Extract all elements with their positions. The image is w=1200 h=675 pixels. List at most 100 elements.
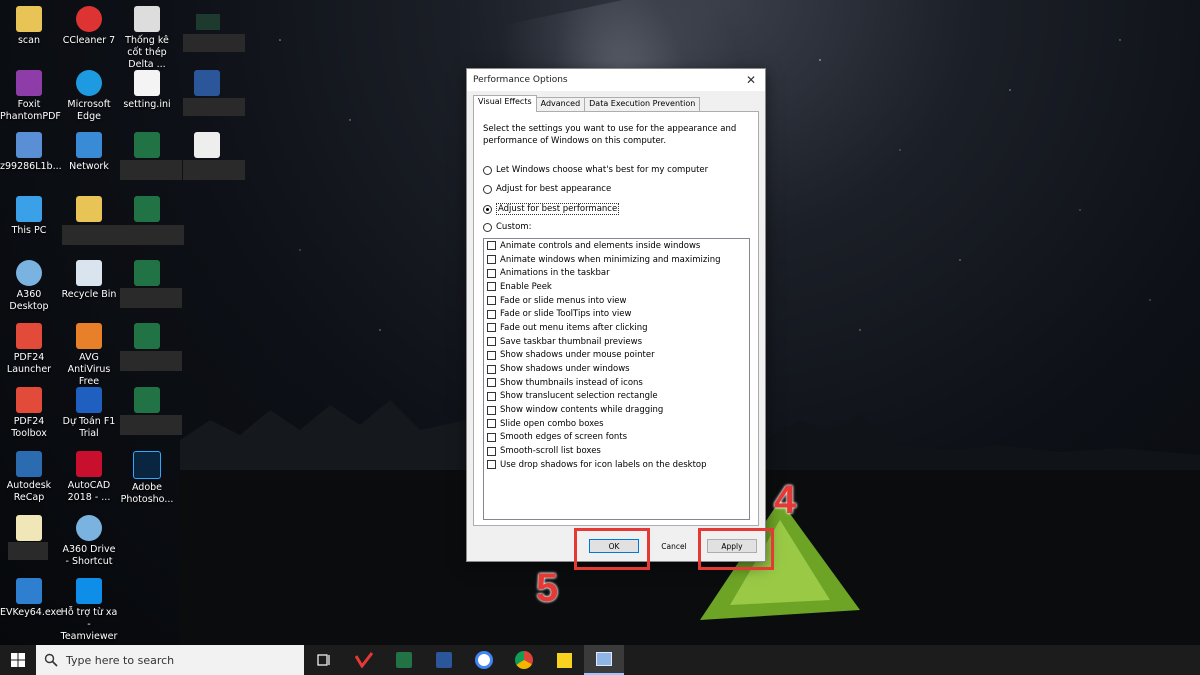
checkbox[interactable] <box>487 282 496 292</box>
effect-item[interactable]: Fade or slide menus into view <box>484 294 749 308</box>
desktop-icon-excel-4[interactable] <box>118 323 176 352</box>
effect-item[interactable]: Show translucent selection rectangle <box>484 390 749 404</box>
taskbar-excel[interactable] <box>384 645 424 675</box>
effect-item[interactable]: Show window contents while dragging <box>484 403 749 417</box>
checkbox[interactable] <box>487 391 496 401</box>
close-icon[interactable]: ✕ <box>743 73 759 87</box>
desktop-icon-excel-5[interactable] <box>118 387 176 416</box>
desktop-icon-z99286[interactable]: z99286L1b... <box>0 132 62 173</box>
edge-icon <box>76 70 102 96</box>
desktop-icon-du-toan[interactable]: Dự Toán F1 Trial <box>60 387 118 440</box>
visual-effects-panel: Select the settings you want to use for … <box>473 111 759 526</box>
checkbox[interactable] <box>487 419 496 429</box>
effect-item[interactable]: Fade or slide ToolTips into view <box>484 307 749 321</box>
desktop-icon-pdf24-toolbox[interactable]: PDF24 Toolbox <box>0 387 58 440</box>
taskbar-sticky-notes[interactable] <box>544 645 584 675</box>
effect-item[interactable]: Slide open combo boxes <box>484 417 749 431</box>
avg-icon <box>76 323 102 349</box>
checkbox[interactable] <box>487 241 496 251</box>
radio-best-appearance[interactable]: Adjust for best appearance <box>483 184 611 194</box>
radio-button[interactable] <box>483 184 492 194</box>
effect-item[interactable]: Animate controls and elements inside win… <box>484 239 749 253</box>
desktop-icon-foxit[interactable]: Foxit PhantomPDF <box>0 70 61 123</box>
desktop-icon-scan[interactable]: scan <box>0 6 58 47</box>
desktop-icon-setting[interactable]: setting.ini <box>118 70 176 111</box>
taskbar-search-box[interactable]: Type here to search <box>36 645 304 675</box>
desktop-icon-word-doc[interactable] <box>178 70 236 99</box>
desktop-icon-a360[interactable]: A360 Desktop <box>0 260 58 313</box>
desktop-icon-excel-2[interactable] <box>118 196 176 225</box>
radio-button[interactable] <box>483 165 492 175</box>
effect-item[interactable]: Fade out menu items after clicking <box>484 321 749 335</box>
cancel-button[interactable]: Cancel <box>649 539 699 553</box>
checkbox[interactable] <box>487 296 496 306</box>
radio-best-performance[interactable]: Adjust for best performance <box>483 203 620 215</box>
desktop-icon-teamviewer[interactable]: Hỗ trợ từ xa - Teamviewer <box>60 578 118 643</box>
radio-button-selected[interactable] <box>483 204 492 214</box>
search-icon <box>44 653 58 667</box>
desktop-icon-avg[interactable]: AVG AntiVirus Free <box>60 323 118 388</box>
taskbar-chrome-profile[interactable] <box>464 645 504 675</box>
radio-button[interactable] <box>483 222 492 232</box>
checkbox[interactable] <box>487 378 496 388</box>
effect-item[interactable]: Show shadows under windows <box>484 362 749 376</box>
effect-item[interactable]: Show shadows under mouse pointer <box>484 349 749 363</box>
effect-item[interactable]: Show thumbnails instead of icons <box>484 376 749 390</box>
desktop-icon-document[interactable] <box>178 132 236 161</box>
chrome-profile-icon <box>475 651 493 669</box>
checkbox[interactable] <box>487 405 496 415</box>
tab-advanced[interactable]: Advanced <box>535 97 586 112</box>
checkbox[interactable] <box>487 350 496 360</box>
tab-visual-effects[interactable]: Visual Effects <box>473 95 537 112</box>
image-file-icon <box>16 132 42 158</box>
redacted-label <box>120 351 182 371</box>
desktop-icon-evkey[interactable]: EVKey64.exe <box>0 578 62 619</box>
radio-let-windows-choose[interactable]: Let Windows choose what's best for my co… <box>483 165 708 175</box>
task-view-button[interactable] <box>304 645 344 675</box>
effect-item[interactable]: Smooth-scroll list boxes <box>484 444 749 458</box>
visual-effects-list[interactable]: Animate controls and elements inside win… <box>483 238 750 520</box>
desktop-icon-user-folder[interactable] <box>60 196 118 225</box>
word-icon <box>436 652 452 668</box>
checkbox[interactable] <box>487 323 496 333</box>
taskbar-performance-options[interactable] <box>584 645 624 675</box>
taskbar-app-red[interactable] <box>344 645 384 675</box>
checkbox[interactable] <box>487 309 496 319</box>
desktop-icon-file[interactable] <box>0 515 58 544</box>
desktop-icon-autocad[interactable]: AutoCAD 2018 - ... <box>60 451 118 504</box>
taskbar-chrome[interactable] <box>504 645 544 675</box>
checkbox[interactable] <box>487 446 496 456</box>
effect-item[interactable]: Smooth edges of screen fonts <box>484 431 749 445</box>
desktop-icon-ccleaner[interactable]: CCleaner 7 <box>60 6 118 47</box>
desktop-icon-edge[interactable]: Microsoft Edge <box>60 70 118 123</box>
taskbar-word[interactable] <box>424 645 464 675</box>
effect-item[interactable]: Enable Peek <box>484 280 749 294</box>
desktop-icon-photoshop[interactable]: Adobe Photosho... <box>118 451 176 506</box>
desktop-icon-pdf24-launcher[interactable]: PDF24 Launcher <box>0 323 58 376</box>
checkbox[interactable] <box>487 364 496 374</box>
desktop-icon-this-pc[interactable]: This PC <box>0 196 58 237</box>
checkbox[interactable] <box>487 432 496 442</box>
dialog-titlebar[interactable]: Performance Options ✕ <box>467 69 765 91</box>
effect-item[interactable]: Use drop shadows for icon labels on the … <box>484 458 749 472</box>
desktop-icon-a360-drive[interactable]: A360 Drive - Shortcut <box>60 515 118 568</box>
checkbox[interactable] <box>487 268 496 278</box>
shortcut-icon <box>134 6 160 32</box>
radio-custom[interactable]: Custom: <box>483 222 531 232</box>
desktop-icon-recap[interactable]: Autodesk ReCap <box>0 451 58 504</box>
desktop-icon-excel-3[interactable] <box>118 260 176 289</box>
start-button[interactable] <box>0 645 36 675</box>
dialog-tabs: Visual Effects Advanced Data Execution P… <box>467 91 765 112</box>
tab-data-execution-prevention[interactable]: Data Execution Prevention <box>584 97 701 112</box>
desktop-icon-excel-1[interactable] <box>118 132 176 161</box>
checkbox[interactable] <box>487 337 496 347</box>
desktop-icon-thong-ke[interactable]: Thống kê cốt thép Delta ... <box>118 6 176 71</box>
effect-item[interactable]: Animations in the taskbar <box>484 266 749 280</box>
effect-item[interactable]: Save taskbar thumbnail previews <box>484 335 749 349</box>
effect-item[interactable]: Animate windows when minimizing and maxi… <box>484 253 749 267</box>
checkbox[interactable] <box>487 460 496 470</box>
desktop-icon-recycle-bin[interactable]: Recycle Bin <box>60 260 118 301</box>
desktop-icon-network[interactable]: Network <box>60 132 118 173</box>
checkbox[interactable] <box>487 255 496 265</box>
du-toan-icon <box>76 387 102 413</box>
